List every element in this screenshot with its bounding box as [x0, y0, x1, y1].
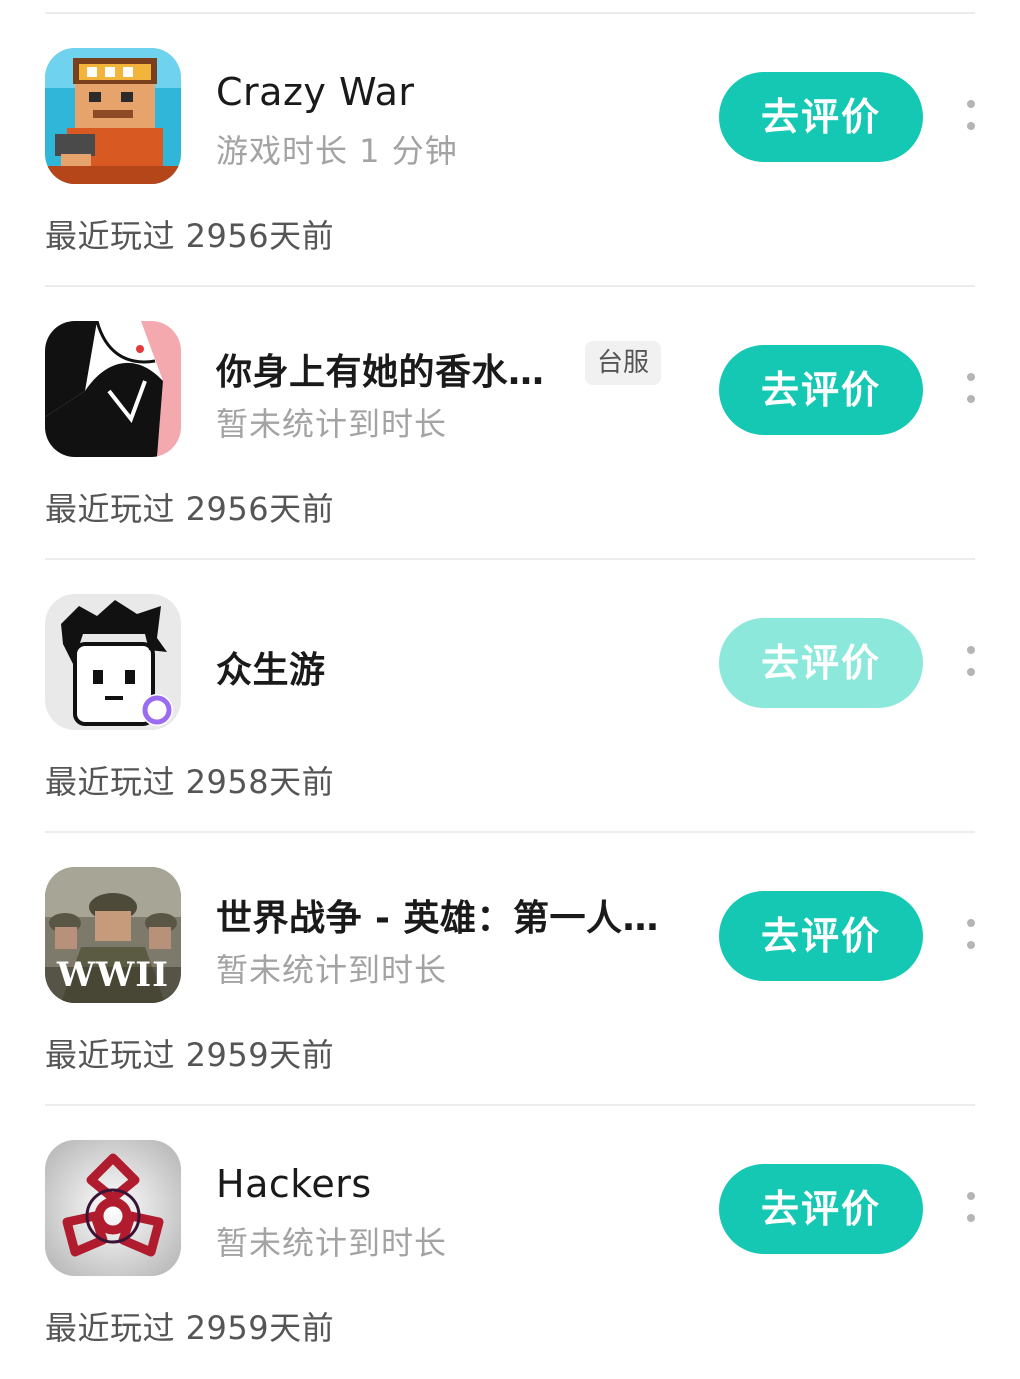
perfume-game-icon[interactable]	[45, 321, 181, 457]
wwii-icon-text: WWII	[56, 955, 170, 995]
game-title: 世界战争 - 英雄：第一人…	[216, 898, 660, 939]
game-item-wwii[interactable]: WWII 世界战争 - 英雄：第一人… 暂未统计到时长 去评价 最近玩过 295…	[0, 833, 1020, 1106]
game-title: 你身上有她的香水…	[216, 352, 545, 393]
game-item-perfume[interactable]: 你身上有她的香水… 台服 暂未统计到时长 去评价 最近玩过 2956天前	[0, 287, 1020, 560]
rate-button[interactable]: 去评价	[719, 1164, 923, 1254]
wwii-icon[interactable]: WWII	[45, 867, 181, 1003]
game-item-crazy-war[interactable]: Crazy War 游戏时长 1 分钟 去评价 最近玩过 2956天前	[0, 14, 1020, 287]
rate-button[interactable]: 去评价	[719, 891, 923, 981]
server-tag: 台服	[585, 341, 662, 385]
more-options-icon[interactable]	[964, 646, 978, 680]
game-item-hackers[interactable]: Hackers 暂未统计到时长 去评价 最近玩过 2959天前	[0, 1106, 1020, 1379]
game-title: Crazy War	[216, 70, 415, 114]
rate-button[interactable]: 去评价	[719, 345, 923, 435]
last-played-text: 最近玩过 2956天前	[45, 217, 335, 255]
last-played-text: 最近玩过 2959天前	[45, 1036, 335, 1074]
rate-button[interactable]: 去评价	[719, 72, 923, 162]
more-options-icon[interactable]	[964, 373, 978, 407]
last-played-text: 最近玩过 2959天前	[45, 1309, 335, 1347]
last-played-text: 最近玩过 2958天前	[45, 763, 335, 801]
more-options-icon[interactable]	[964, 919, 978, 953]
game-title: 众生游	[216, 650, 326, 691]
zhongshengyou-icon[interactable]	[45, 594, 181, 730]
game-title: Hackers	[216, 1162, 372, 1206]
last-played-text: 最近玩过 2956天前	[45, 490, 335, 528]
game-playtime: 暂未统计到时长	[216, 1224, 448, 1262]
game-playtime: 暂未统计到时长	[216, 951, 448, 989]
game-playtime: 游戏时长 1 分钟	[216, 132, 458, 170]
more-options-icon[interactable]	[964, 1192, 978, 1226]
game-playtime: 暂未统计到时长	[216, 405, 448, 443]
game-item-zhongshengyou[interactable]: 众生游 去评价 最近玩过 2958天前	[0, 560, 1020, 833]
hackers-icon[interactable]	[45, 1140, 181, 1276]
crazy-war-icon[interactable]	[45, 48, 181, 184]
rate-button[interactable]: 去评价	[719, 618, 923, 708]
more-options-icon[interactable]	[964, 100, 978, 134]
played-games-list: Crazy War 游戏时长 1 分钟 去评价 最近玩过 2956天前 你身上有…	[0, 0, 1020, 1360]
